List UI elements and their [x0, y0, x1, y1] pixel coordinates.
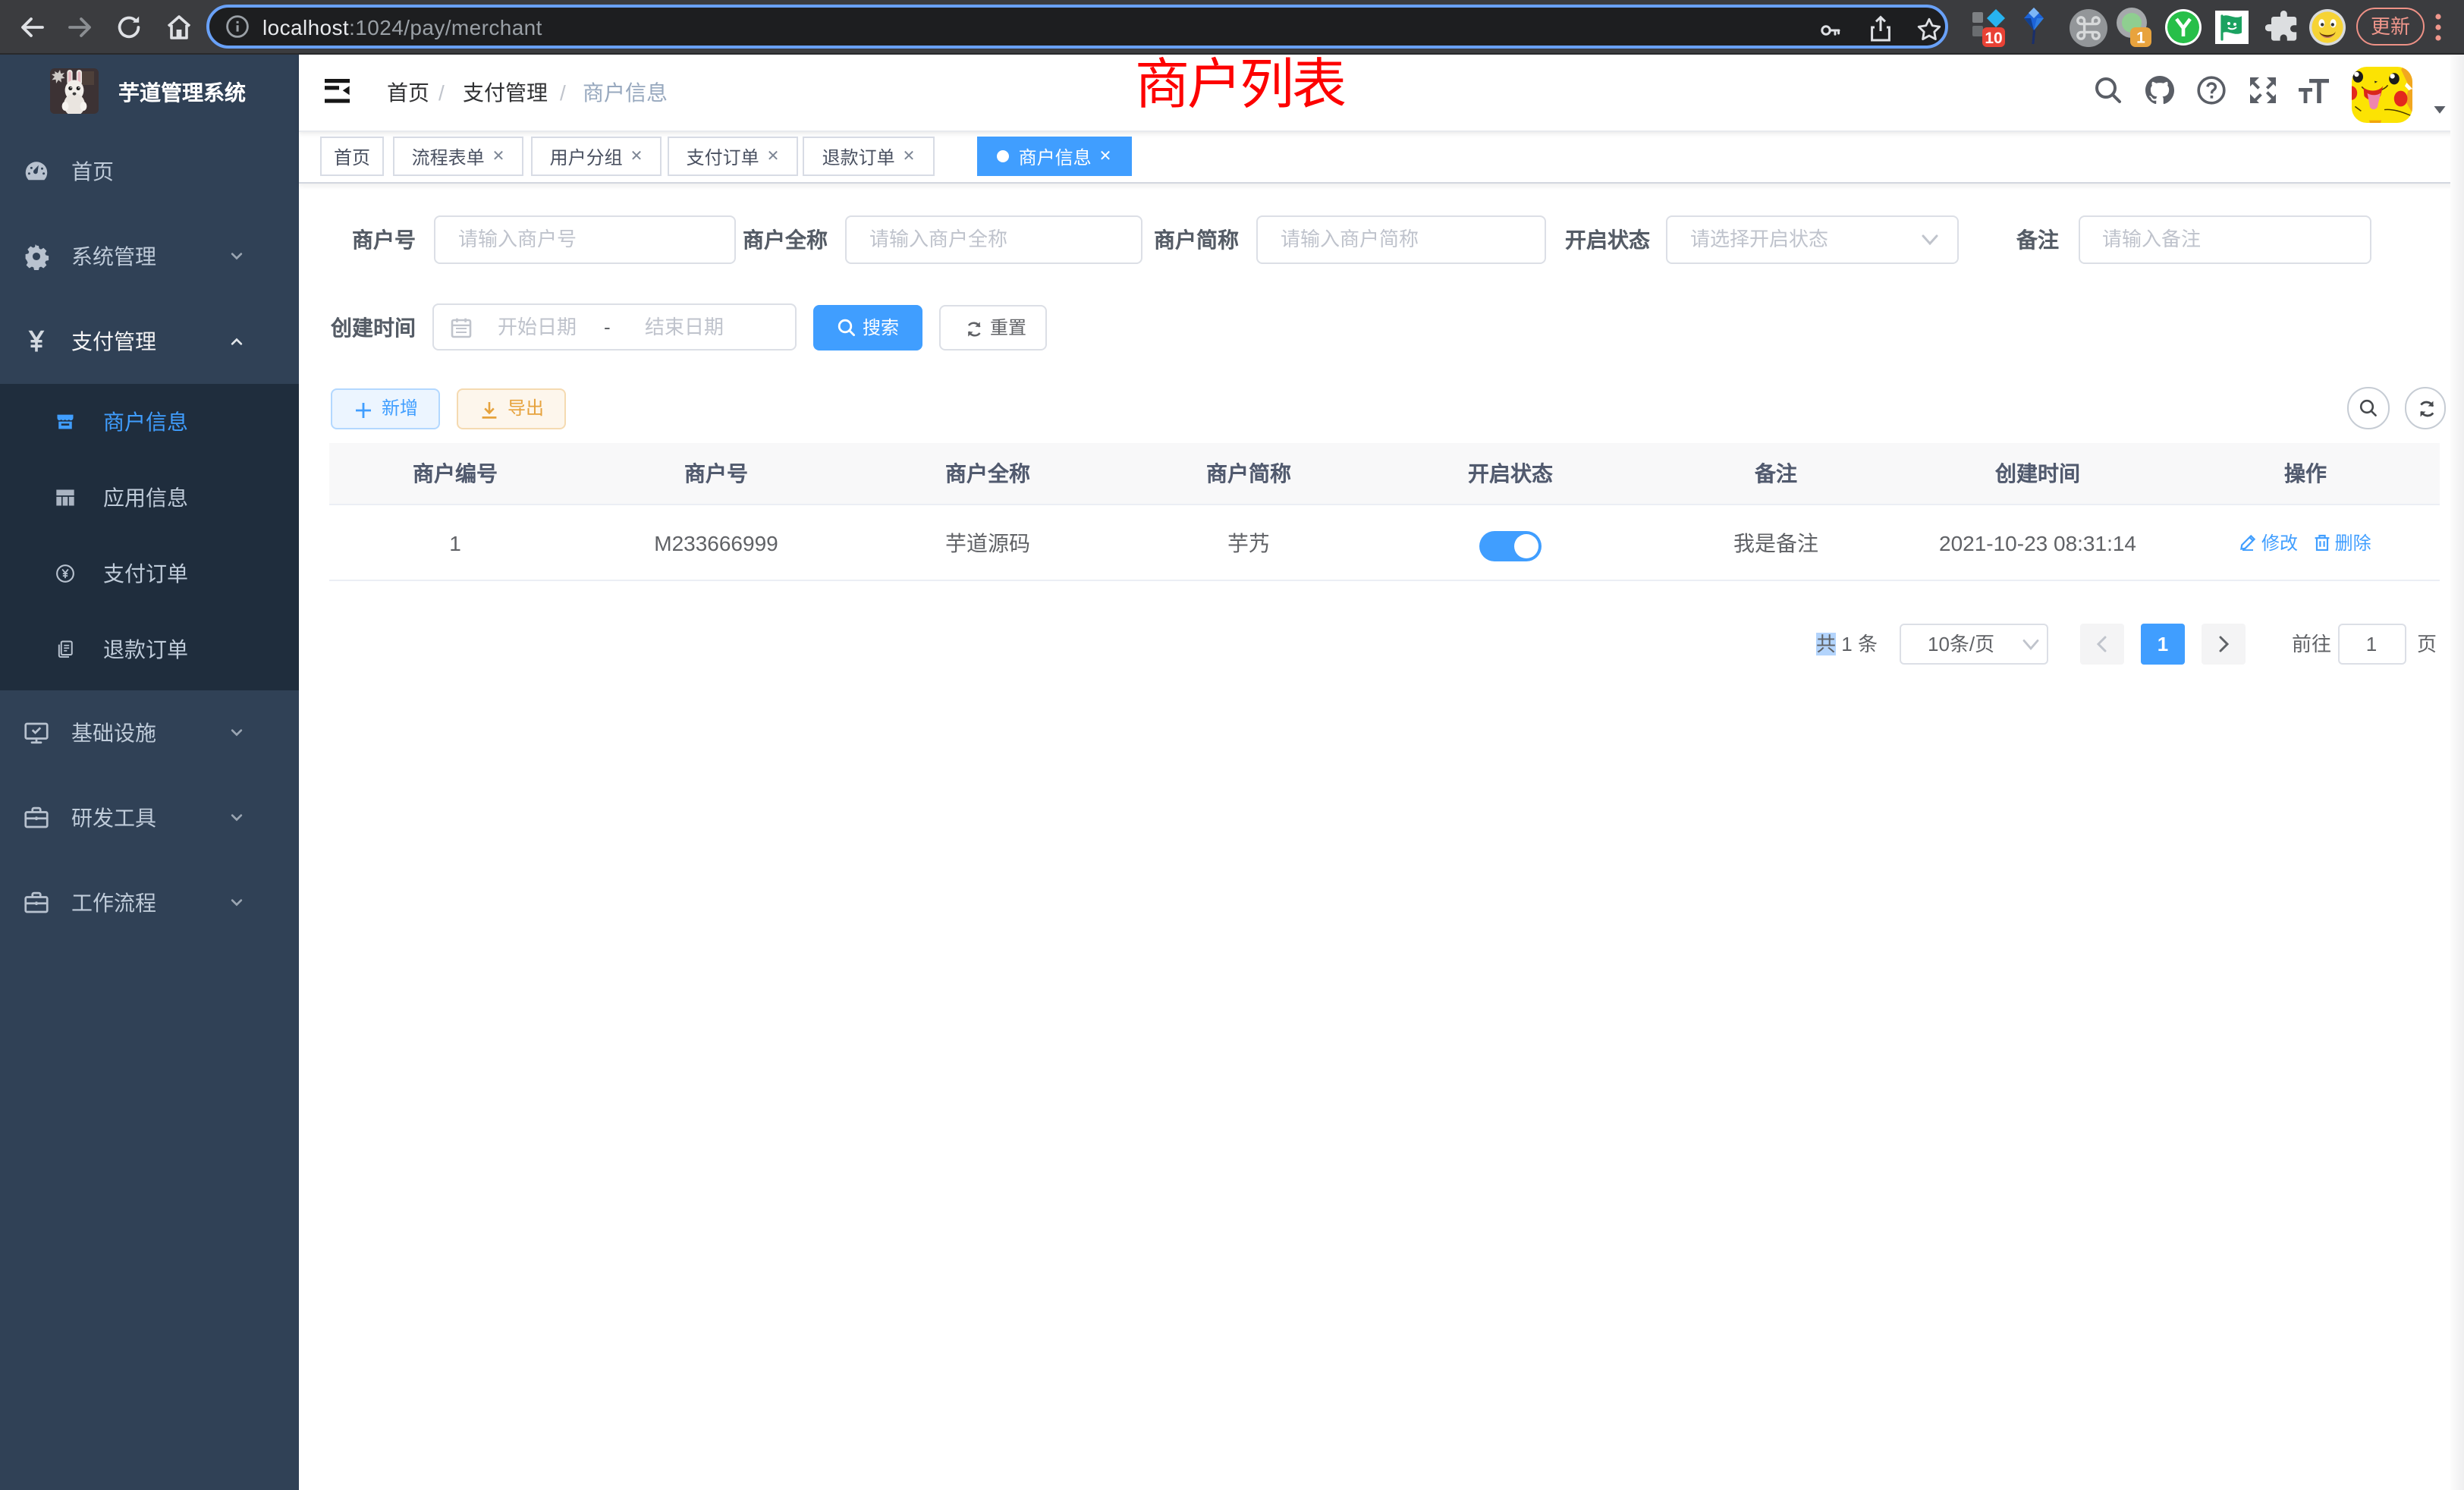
svg-text:10: 10: [1985, 30, 2002, 47]
svg-text:1: 1: [2136, 29, 2145, 46]
